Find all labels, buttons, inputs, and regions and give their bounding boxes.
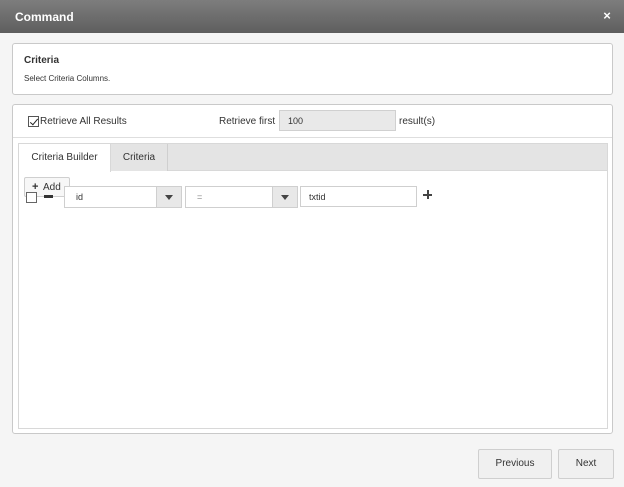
retrieve-all-label[interactable]: Retrieve All Results: [40, 116, 127, 127]
operator-select-value: =: [197, 192, 203, 202]
criteria-main-panel: Retrieve All Results Retrieve first resu…: [12, 104, 613, 434]
retrieve-first-label: Retrieve first: [219, 116, 276, 127]
close-icon[interactable]: ×: [600, 8, 614, 24]
add-button-label: Add: [43, 182, 61, 193]
operator-select[interactable]: =: [185, 186, 298, 208]
retrieve-options-row: Retrieve All Results Retrieve first resu…: [13, 105, 612, 138]
field-select-value: id: [76, 192, 84, 202]
tab-criteria[interactable]: Criteria: [111, 144, 168, 171]
dialog-title: Command: [15, 10, 74, 24]
condition-row-checkbox[interactable]: [26, 192, 37, 203]
chevron-down-icon[interactable]: [272, 187, 297, 207]
criteria-heading: Criteria: [24, 55, 60, 66]
retrieve-all-checkbox[interactable]: [28, 116, 39, 127]
dialog-titlebar: Command ×: [0, 0, 624, 33]
previous-button[interactable]: Previous: [478, 449, 552, 479]
criteria-info-panel: Criteria Select Criteria Columns.: [12, 43, 613, 95]
minus-icon[interactable]: [44, 195, 53, 198]
results-suffix-label: result(s): [399, 116, 436, 127]
chevron-down-icon[interactable]: [156, 187, 181, 207]
next-button[interactable]: Next: [558, 449, 614, 479]
result-count-input[interactable]: [279, 110, 396, 131]
criteria-description: Select Criteria Columns.: [24, 74, 111, 83]
field-select[interactable]: id: [64, 186, 182, 208]
condition-value-input[interactable]: [300, 186, 417, 207]
plus-icon[interactable]: [423, 190, 433, 200]
criteria-tab-area: Criteria Builder Criteria + Add id =: [18, 143, 608, 429]
tab-strip: Criteria Builder Criteria: [19, 144, 607, 172]
tab-criteria-builder[interactable]: Criteria Builder: [19, 144, 111, 172]
